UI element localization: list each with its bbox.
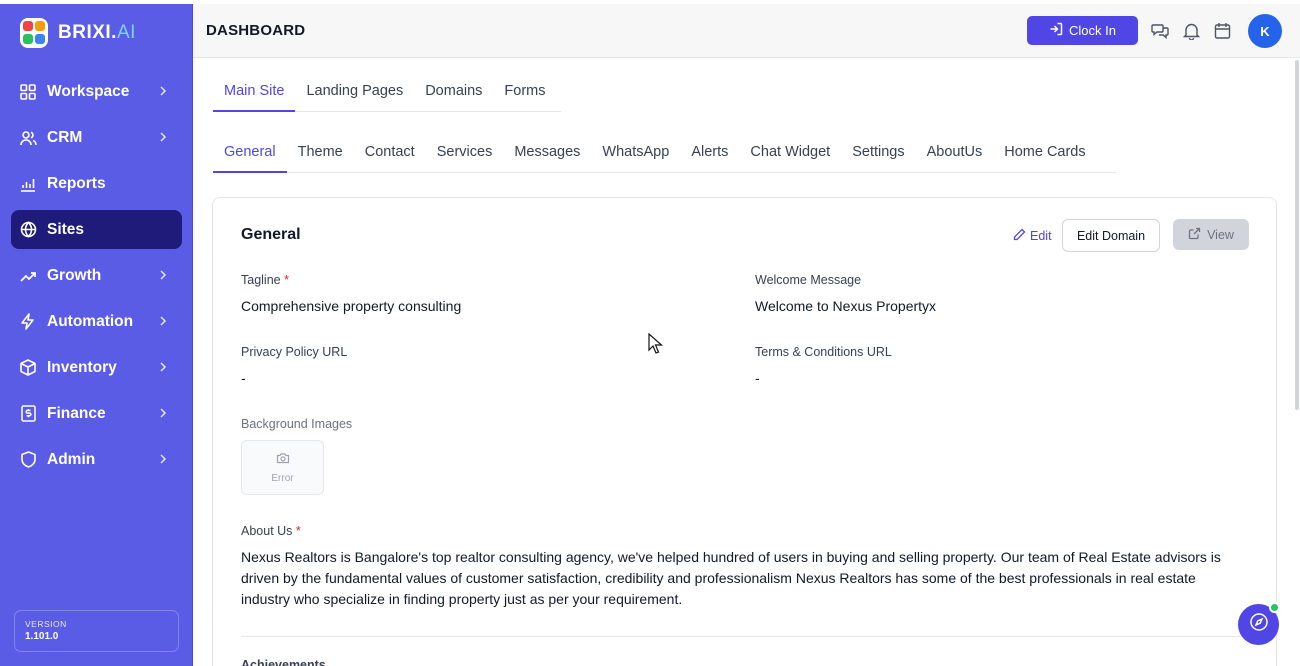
chevron-right-icon — [156, 314, 170, 328]
sidebar-item-growth[interactable]: Growth — [11, 256, 182, 295]
about-us-text: Nexus Realtors is Bangalore's top realto… — [241, 549, 1221, 607]
about-us-label: About Us * — [241, 524, 301, 538]
divider — [241, 636, 1251, 637]
tab-aboutus[interactable]: AboutUs — [916, 134, 994, 173]
login-arrow-icon — [1049, 22, 1063, 39]
globe-icon — [19, 221, 37, 239]
sidebar-item-label: Inventory — [47, 358, 117, 376]
tab-messages[interactable]: Messages — [503, 134, 591, 173]
sidebar-item-label: Admin — [47, 450, 96, 468]
terms-conditions-value: - — [755, 370, 760, 386]
tab-theme[interactable]: Theme — [287, 134, 354, 173]
edit-button[interactable]: Edit — [1013, 228, 1052, 244]
clock-in-label: Clock In — [1069, 23, 1116, 38]
background-images-label: Background Images — [241, 417, 353, 431]
image-error-text: Error — [271, 473, 294, 484]
sidebar-item-sites[interactable]: Sites — [11, 210, 182, 249]
sidebar-item-label: Workspace — [47, 82, 130, 100]
chevron-right-icon — [156, 130, 170, 144]
brand[interactable]: BRIXI.AI — [20, 18, 136, 48]
calendar-icon[interactable] — [1214, 22, 1232, 40]
secondary-tabs: General Theme Contact Services Messages … — [213, 134, 1116, 173]
card-title: General — [241, 226, 301, 243]
trending-up-icon — [19, 267, 37, 285]
sidebar-item-label: CRM — [47, 128, 83, 146]
chevron-right-icon — [156, 84, 170, 98]
terms-conditions-label: Terms & Conditions URL — [755, 345, 892, 359]
tab-main-site[interactable]: Main Site — [213, 72, 296, 112]
tab-contact[interactable]: Contact — [354, 134, 426, 173]
view-label: View — [1207, 227, 1234, 242]
tab-home-cards[interactable]: Home Cards — [993, 134, 1096, 173]
tab-whatsapp[interactable]: WhatsApp — [591, 134, 680, 173]
chat-icon[interactable] — [1151, 22, 1169, 40]
primary-tabs: Main Site Landing Pages Domains Forms — [213, 72, 561, 112]
avatar[interactable]: K — [1248, 14, 1282, 48]
compass-icon — [1249, 612, 1269, 637]
privacy-policy-value: - — [241, 370, 246, 386]
brand-logo-icon — [20, 18, 48, 48]
view-button[interactable]: View — [1173, 219, 1249, 250]
lightning-icon — [19, 313, 37, 331]
version-label: VERSION — [25, 619, 67, 629]
mouse-cursor-icon — [648, 332, 664, 355]
sidebar-item-reports[interactable]: Reports — [11, 164, 182, 203]
camera-icon — [276, 451, 290, 469]
bar-chart-icon — [19, 175, 37, 193]
chevron-right-icon — [156, 406, 170, 420]
sidebar-item-label: Finance — [47, 404, 106, 422]
clock-in-button[interactable]: Clock In — [1027, 16, 1138, 45]
pencil-icon — [1013, 228, 1026, 244]
tab-chat-widget[interactable]: Chat Widget — [739, 134, 841, 173]
edit-domain-button[interactable]: Edit Domain — [1062, 219, 1160, 252]
sidebar-item-label: Sites — [47, 220, 85, 238]
bell-icon[interactable] — [1182, 22, 1201, 41]
external-link-icon — [1188, 227, 1201, 243]
tab-alerts[interactable]: Alerts — [680, 134, 739, 173]
box-icon — [19, 359, 37, 377]
welcome-message-label: Welcome Message — [755, 273, 862, 287]
welcome-message-value: Welcome to Nexus Propertyx — [755, 298, 937, 314]
privacy-policy-label: Privacy Policy URL — [241, 345, 348, 359]
chevron-right-icon — [156, 268, 170, 282]
online-status-dot — [1269, 602, 1280, 613]
tab-forms[interactable]: Forms — [493, 72, 556, 112]
sidebar-item-crm[interactable]: CRM — [11, 118, 182, 157]
sidebar-item-automation[interactable]: Automation — [11, 302, 182, 341]
sidebar: BRIXI.AI Workspace CRM Reports Sites Gro… — [0, 4, 193, 666]
top-header: DASHBOARD Clock In K — [193, 4, 1300, 58]
edit-label: Edit — [1030, 229, 1052, 243]
chevron-right-icon — [156, 360, 170, 374]
tab-services[interactable]: Services — [426, 134, 504, 173]
page-title: DASHBOARD — [206, 22, 306, 39]
users-icon — [19, 129, 37, 147]
sidebar-item-workspace[interactable]: Workspace — [11, 72, 182, 111]
version-number: 1.101.0 — [25, 631, 59, 642]
app-frame: BRIXI.AI Workspace CRM Reports Sites Gro… — [0, 0, 1300, 666]
sidebar-item-label: Automation — [47, 312, 134, 330]
version-badge: VERSION 1.101.0 — [14, 610, 179, 652]
tab-domains[interactable]: Domains — [414, 72, 493, 112]
dollar-doc-icon — [19, 405, 37, 423]
sidebar-item-admin[interactable]: Admin — [11, 440, 182, 479]
general-card: General Edit Edit Domain View Tagline * … — [212, 197, 1277, 666]
tab-general[interactable]: General — [213, 134, 287, 173]
tab-landing-pages[interactable]: Landing Pages — [295, 72, 414, 112]
sidebar-item-label: Growth — [47, 266, 102, 284]
chevron-right-icon — [156, 452, 170, 466]
tab-settings[interactable]: Settings — [841, 134, 915, 173]
tagline-value: Comprehensive property consulting — [241, 298, 462, 314]
grid-icon — [19, 83, 37, 101]
scrollbar[interactable] — [1295, 60, 1299, 410]
sidebar-item-finance[interactable]: Finance — [11, 394, 182, 433]
brand-name: BRIXI.AI — [58, 22, 136, 43]
sidebar-item-label: Reports — [47, 174, 106, 192]
sidebar-nav: Workspace CRM Reports Sites Growth Autom… — [11, 72, 182, 486]
tagline-label: Tagline * — [241, 273, 289, 287]
sidebar-item-inventory[interactable]: Inventory — [11, 348, 182, 387]
background-image-thumbnail[interactable]: Error — [241, 440, 324, 495]
shield-icon — [19, 451, 37, 469]
achievements-label: Achievements — [241, 658, 326, 666]
